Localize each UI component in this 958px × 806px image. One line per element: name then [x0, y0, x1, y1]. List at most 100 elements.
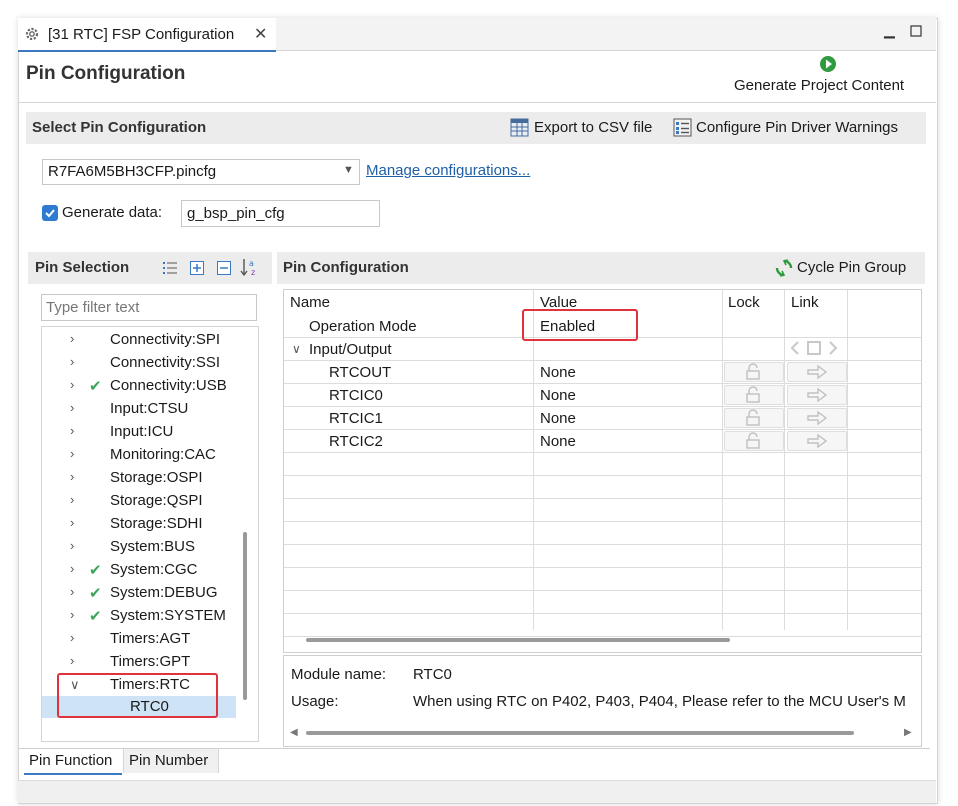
pin-config-select[interactable]: R7FA6M5BH3CFP.pincfg ▼: [42, 159, 360, 185]
checkmark-icon: ✔: [89, 608, 102, 625]
chevron-right-icon[interactable]: ›: [70, 354, 74, 369]
lock-button[interactable]: [724, 385, 784, 405]
column-link[interactable]: Link: [791, 294, 819, 311]
tree-item[interactable]: › Connectivity:SPI: [42, 329, 236, 351]
row-operation-mode-name: Operation Mode: [309, 318, 417, 335]
tree-item[interactable]: › Storage:SDHI: [42, 513, 236, 535]
grid-row-line: [284, 613, 921, 614]
sort-az-icon[interactable]: a z: [240, 257, 260, 277]
pin-row-value[interactable]: None: [540, 387, 576, 404]
tree-item[interactable]: › Timers:AGT: [42, 628, 236, 650]
minimize-button[interactable]: ▁: [884, 22, 895, 39]
tree-item[interactable]: › ✔ System:DEBUG: [42, 582, 236, 604]
maximize-button[interactable]: [910, 24, 922, 40]
tree-item[interactable]: › Storage:OSPI: [42, 467, 236, 489]
generate-project-label: Generate Project Content: [734, 77, 905, 94]
list-view-icon[interactable]: [162, 260, 178, 276]
close-icon[interactable]: ✕: [254, 24, 267, 44]
link-button[interactable]: [787, 408, 847, 428]
generate-data-input[interactable]: g_bsp_pin_cfg: [181, 200, 380, 227]
chevron-down-icon[interactable]: ∨: [292, 342, 301, 356]
chevron-right-icon[interactable]: ›: [70, 653, 74, 668]
editor-tab[interactable]: [31 RTC] FSP Configuration ✕: [18, 18, 276, 52]
grid-row-line: [284, 544, 921, 545]
pin-config-select-value: R7FA6M5BH3CFP.pincfg: [48, 163, 217, 180]
chevron-right-icon[interactable]: ›: [70, 630, 74, 645]
grid-row-line: [284, 475, 921, 476]
generate-data-checkbox[interactable]: [42, 205, 58, 221]
grid-col-3: [784, 290, 785, 630]
chevron-right-icon[interactable]: ›: [70, 423, 74, 438]
lock-button[interactable]: [724, 362, 784, 382]
table-scrollbar[interactable]: [306, 638, 730, 642]
collapse-all-icon[interactable]: [216, 260, 232, 276]
highlight-enabled-value: [522, 309, 638, 341]
tree-item[interactable]: › Input:ICU: [42, 421, 236, 443]
tab-pin-number[interactable]: Pin Number: [123, 749, 219, 773]
tree-item-label: Timers:GPT: [110, 653, 191, 670]
manage-configurations-link[interactable]: Manage configurations...: [366, 162, 530, 179]
tree-item[interactable]: › Input:CTSU: [42, 398, 236, 420]
chevron-right-icon[interactable]: ›: [70, 446, 74, 461]
tree-item[interactable]: › System:BUS: [42, 536, 236, 558]
tree-scrollbar[interactable]: [243, 532, 247, 700]
tree-item-label: Connectivity:SSI: [110, 354, 221, 371]
tree-item[interactable]: › ✔ System:SYSTEM: [42, 605, 236, 627]
pin-row-value[interactable]: None: [540, 364, 576, 381]
chevron-right-icon[interactable]: ›: [70, 561, 74, 576]
tree-item[interactable]: › Storage:QSPI: [42, 490, 236, 512]
grid-row-line: [284, 567, 921, 568]
checkmark-icon: ✔: [89, 585, 102, 602]
chevron-right-icon[interactable]: ›: [70, 584, 74, 599]
chevron-right-icon[interactable]: ›: [70, 607, 74, 622]
tree-item[interactable]: › ✔ Connectivity:USB: [42, 375, 236, 397]
module-info-panel: Module name: RTC0 Usage: When using RTC …: [283, 655, 922, 747]
chevron-right-icon[interactable]: ›: [70, 469, 74, 484]
tab-pin-number-label: Pin Number: [129, 752, 209, 769]
grid-row-line: [284, 429, 921, 430]
grid-row-line: [284, 383, 921, 384]
export-csv-label: Export to CSV file: [534, 119, 653, 136]
highlight-rtc-tree: [57, 673, 218, 718]
pin-row-name: RTCIC0: [329, 387, 383, 404]
chevron-right-icon[interactable]: ›: [70, 492, 74, 507]
scroll-left-icon[interactable]: ◀: [290, 727, 298, 738]
module-scrollbar[interactable]: [306, 731, 854, 735]
generate-data-label: Generate data:: [62, 204, 163, 221]
pin-selection-title: Pin Selection: [35, 259, 130, 276]
scroll-right-icon[interactable]: ▶: [904, 727, 912, 738]
checkmark-icon: [45, 209, 55, 218]
tree-item[interactable]: › ✔ System:CGC: [42, 559, 236, 581]
chevron-right-icon[interactable]: ›: [70, 377, 74, 392]
lock-button[interactable]: [724, 431, 784, 451]
tab-pin-function[interactable]: Pin Function: [24, 749, 122, 775]
arrow-right-icon: [807, 387, 828, 403]
link-button[interactable]: [787, 362, 847, 382]
pin-filter-input[interactable]: Type filter text: [41, 294, 257, 321]
tree-item[interactable]: › Timers:GPT: [42, 651, 236, 673]
pin-row-value[interactable]: None: [540, 410, 576, 427]
tree-item-label: Timers:AGT: [110, 630, 191, 647]
grid-row-line: [284, 360, 921, 361]
tree-item-label: System:BUS: [110, 538, 196, 555]
pin-row-value[interactable]: None: [540, 433, 576, 450]
pin-config-title: Pin Configuration: [283, 259, 409, 276]
status-strip: [18, 780, 936, 803]
module-name-value: RTC0: [413, 666, 452, 683]
column-lock[interactable]: Lock: [728, 294, 760, 311]
chevron-right-icon[interactable]: ›: [70, 538, 74, 553]
generate-project-button[interactable]: Generate Project Content: [734, 52, 924, 98]
expand-all-icon[interactable]: [189, 260, 205, 276]
tree-item[interactable]: › Monitoring:CAC: [42, 444, 236, 466]
configure-warnings-label: Configure Pin Driver Warnings: [696, 119, 899, 136]
chevron-right-icon[interactable]: ›: [70, 400, 74, 415]
link-button[interactable]: [787, 431, 847, 451]
column-name[interactable]: Name: [290, 294, 330, 311]
link-button[interactable]: [787, 385, 847, 405]
lock-button[interactable]: [724, 408, 784, 428]
tree-item[interactable]: › Connectivity:SSI: [42, 352, 236, 374]
chevron-right-icon[interactable]: ›: [70, 515, 74, 530]
chevron-right-icon[interactable]: ›: [70, 331, 74, 346]
play-icon: [820, 56, 836, 72]
tree-item-label: System:CGC: [110, 561, 198, 578]
